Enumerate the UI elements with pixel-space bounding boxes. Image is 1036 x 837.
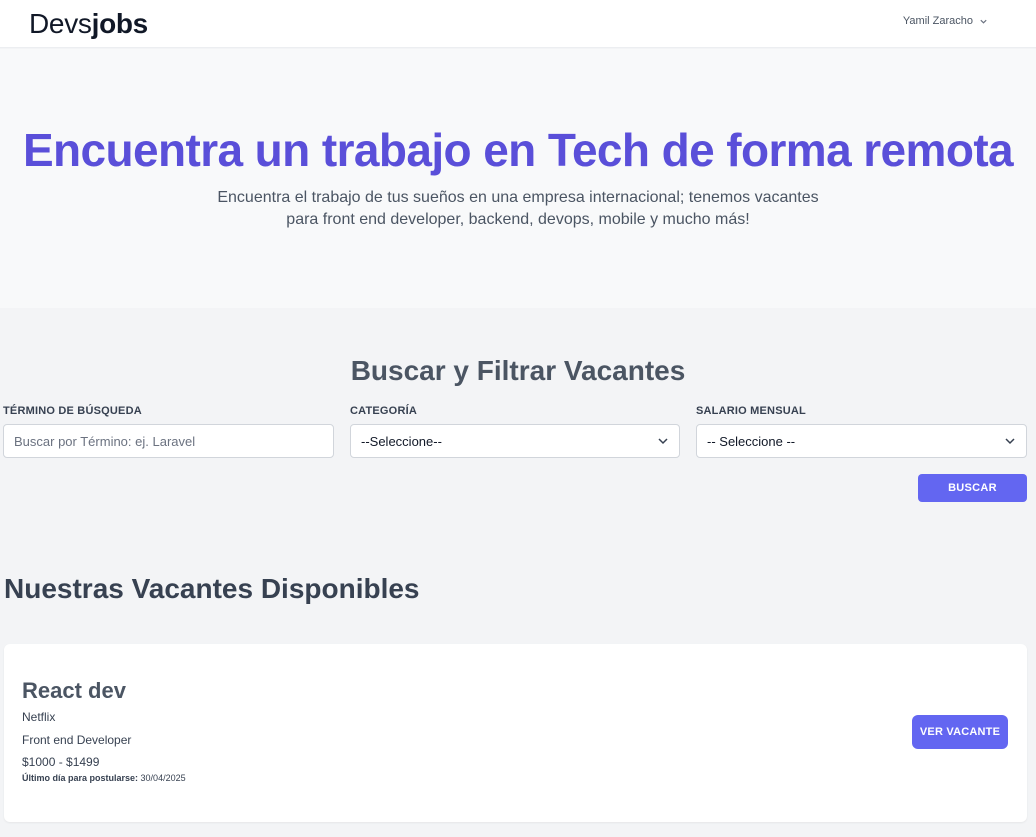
job-salary: $1000 - $1499: [22, 755, 100, 769]
chevron-down-icon: [980, 19, 987, 24]
hero-title: Encuentra un trabajo en Tech de forma re…: [22, 124, 1014, 176]
logo-text-bold: jobs: [91, 8, 149, 39]
chevron-down-icon: [658, 438, 668, 445]
salary-select[interactable]: -- Seleccione --: [696, 424, 1027, 458]
salary-label: SALARIO MENSUAL: [696, 405, 806, 417]
job-deadline: Último día para postularse: 30/04/2025: [22, 773, 186, 783]
job-title[interactable]: React dev: [22, 678, 126, 704]
search-term-input[interactable]: Buscar por Término: ej. Laravel: [3, 424, 334, 458]
hero-section: Encuentra un trabajo en Tech de forma re…: [0, 49, 1036, 308]
logo[interactable]: Devsjobs: [29, 7, 148, 41]
category-label: CATEGORÍA: [350, 405, 417, 417]
search-term-placeholder: Buscar por Término: ej. Laravel: [14, 433, 196, 449]
category-selected-value: --Seleccione--: [361, 433, 442, 449]
job-deadline-label: Último día para postularse:: [22, 773, 139, 783]
job-category: Front end Developer: [22, 733, 132, 747]
user-name: Yamil Zaracho: [902, 15, 973, 27]
category-select[interactable]: --Seleccione--: [350, 424, 680, 458]
user-menu-button[interactable]: Yamil Zaracho: [903, 15, 988, 27]
view-job-button[interactable]: VER VACANTE: [912, 715, 1008, 749]
search-title: Buscar y Filtrar Vacantes: [350, 355, 686, 386]
hero-subtitle: Encuentra el trabajo de tus sueños en un…: [0, 187, 1036, 231]
listings-title: Nuestras Vacantes Disponibles: [4, 573, 420, 604]
term-label: TÉRMINO DE BÚSQUEDA: [3, 405, 142, 417]
job-company: Netflix: [22, 710, 56, 724]
hero-subtitle-line-1: Encuentra el trabajo de tus sueños en un…: [217, 189, 819, 206]
salary-selected-value: -- Seleccione --: [707, 433, 796, 449]
job-card: React dev Netflix Front end Developer $1…: [4, 644, 1027, 822]
chevron-down-icon: [1005, 438, 1015, 445]
navbar: Devsjobs Yamil Zaracho: [0, 0, 1036, 48]
hero-subtitle-line-2: para front end developer, backend, devop…: [286, 211, 750, 228]
search-button[interactable]: BUSCAR: [918, 474, 1027, 502]
job-deadline-value: 30/04/2025: [140, 773, 186, 783]
logo-text-light: Devs: [29, 8, 92, 39]
